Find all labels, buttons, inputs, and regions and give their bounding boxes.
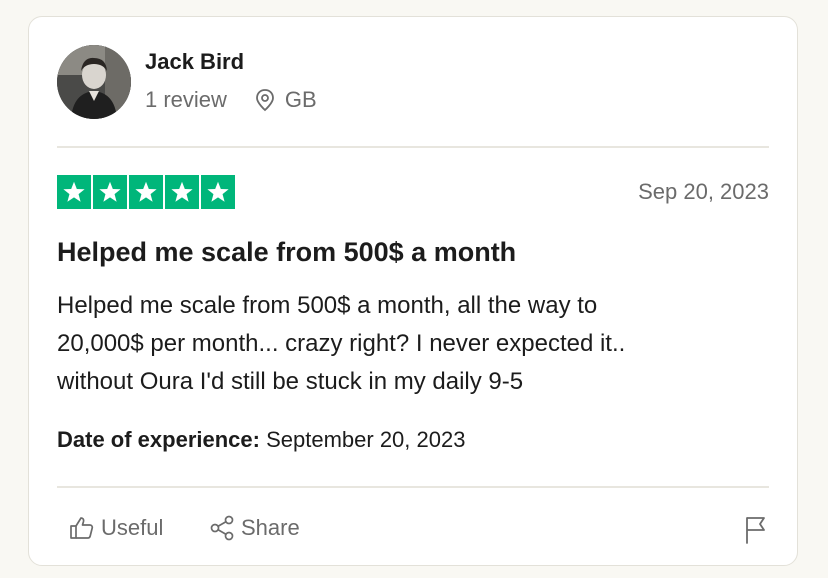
review-body: Helped me scale from 500$ a month, all t… xyxy=(57,287,757,401)
review-body-line: Helped me scale from 500$ a month, all t… xyxy=(57,292,598,319)
share-button[interactable]: Share xyxy=(209,515,300,541)
star-icon xyxy=(201,175,235,209)
experience-date: September 20, 2023 xyxy=(266,427,466,452)
review-card: Jack Bird 1 review GB Sep 20, 2023 Helpe… xyxy=(28,16,798,566)
divider xyxy=(57,146,769,148)
star-rating xyxy=(57,175,235,209)
review-count: 1 review xyxy=(145,87,227,112)
divider xyxy=(57,486,769,488)
useful-button[interactable]: Useful xyxy=(69,515,163,541)
reviewer-country: GB xyxy=(284,87,317,112)
useful-label: Useful xyxy=(101,515,164,540)
reviewer-meta: 1 review GB xyxy=(145,87,317,113)
reviewer-name[interactable]: Jack Bird xyxy=(145,49,244,75)
review-body-line: without Oura I'd still be stuck in my da… xyxy=(57,368,524,395)
thumbs-up-icon xyxy=(70,517,94,539)
review-title[interactable]: Helped me scale from 500$ a month xyxy=(57,237,516,268)
star-icon xyxy=(165,175,199,209)
review-body-line: 20,000$ per month... crazy right? I neve… xyxy=(57,330,626,357)
report-flag-button[interactable] xyxy=(743,515,769,545)
star-icon xyxy=(129,175,163,209)
experience-label: Date of experience: xyxy=(57,427,260,452)
share-icon xyxy=(210,515,234,541)
review-date: Sep 20, 2023 xyxy=(638,179,769,204)
flag-icon xyxy=(746,517,765,544)
date-of-experience: Date of experience: September 20, 2023 xyxy=(57,427,465,453)
location-pin-icon xyxy=(255,88,275,112)
share-label: Share xyxy=(241,515,300,540)
star-icon xyxy=(57,175,91,209)
star-icon xyxy=(93,175,127,209)
avatar[interactable] xyxy=(57,45,131,119)
